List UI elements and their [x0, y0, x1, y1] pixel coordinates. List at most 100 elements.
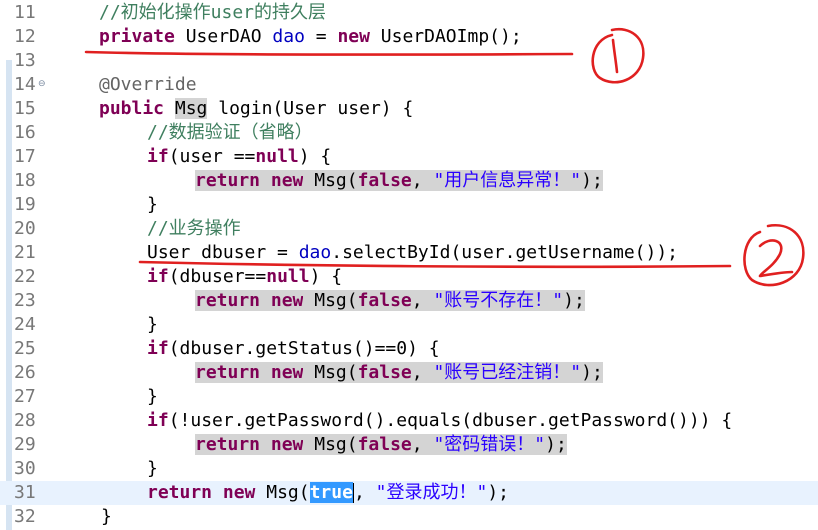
code-line[interactable]: 30}	[0, 457, 818, 481]
code-text: User dbuser = dao.selectById(user.getUse…	[147, 241, 678, 265]
code-token	[260, 362, 271, 383]
code-text: return new Msg(false, "账号已经注销！");	[195, 361, 603, 385]
code-token: );	[487, 482, 509, 503]
code-line[interactable]: 32}	[0, 505, 818, 529]
code-line[interactable]: 18 return new Msg(false, "用户信息异常！");	[0, 169, 818, 193]
code-line[interactable]: 12 private UserDAO dao = new UserDAOImp()…	[0, 25, 818, 49]
code-token: UserDAOImp();	[369, 26, 522, 47]
code-editor[interactable]: 11 //初始化操作user的持久层 12 private UserDAO dao =…	[0, 0, 818, 530]
code-token: null	[266, 266, 310, 287]
code-line[interactable]: 24}	[0, 313, 818, 337]
code-token: (user ==	[168, 146, 256, 167]
line-number: 12	[14, 26, 36, 47]
code-text: //初始化操作user的持久层	[99, 1, 326, 25]
code-token: @Override	[99, 74, 197, 95]
code-token: ,	[411, 170, 434, 191]
line-number: 21	[14, 242, 36, 263]
code-token: new	[270, 362, 304, 383]
code-token: Msg(	[303, 170, 358, 191]
line-number: 24	[14, 314, 36, 335]
code-line[interactable]: 19}	[0, 193, 818, 217]
code-text: }	[147, 313, 158, 337]
code-text: }	[101, 505, 112, 529]
code-line[interactable]: 13	[0, 49, 818, 73]
line-number: 16	[14, 122, 36, 143]
code-text: //业务操作	[147, 217, 241, 241]
code-token: null	[255, 146, 299, 167]
code-line[interactable]: 23 return new Msg(false, "账号不存在！");	[0, 289, 818, 313]
line-number: 31	[14, 482, 36, 503]
code-token: =	[304, 26, 338, 47]
code-text: return new Msg(true, "登录成功！");	[147, 481, 509, 505]
code-token: (dbuser.getStatus()==0) {	[168, 338, 440, 359]
code-token: //业务操作	[147, 218, 241, 239]
code-token: ,	[411, 290, 434, 311]
code-token: new	[270, 290, 304, 311]
code-token: Msg	[174, 98, 208, 119]
line-number: 17	[14, 146, 36, 167]
code-token: new	[270, 170, 304, 191]
code-token: ,	[411, 434, 434, 455]
code-text: return new Msg(false, "账号不存在！");	[195, 289, 585, 313]
code-text: private UserDAO dao = new UserDAOImp();	[99, 25, 522, 49]
code-line[interactable]: 21 User dbuser = dao.selectById(user.getU…	[0, 241, 818, 265]
code-token: Msg(	[303, 290, 358, 311]
code-token: ) {	[298, 146, 332, 167]
code-token: dao	[298, 242, 332, 263]
code-token: new	[337, 26, 370, 47]
code-token: "账号已经注销！"	[433, 362, 582, 383]
code-text: if(dbuser.getStatus()==0) {	[147, 337, 440, 361]
code-line[interactable]: 22 if(dbuser==null) {	[0, 265, 818, 289]
line-number: 27	[14, 386, 36, 407]
code-token: }	[101, 506, 112, 527]
code-text: public Msg login(User user) {	[99, 97, 413, 121]
line-number: 22	[14, 266, 36, 287]
code-token: "账号不存在！"	[433, 290, 564, 311]
code-token	[260, 170, 271, 191]
code-line[interactable]: 11 //初始化操作user的持久层	[0, 1, 818, 25]
code-text: }	[147, 193, 158, 217]
code-line[interactable]: 29 return new Msg(false, "密码错误！");	[0, 433, 818, 457]
code-text: }	[147, 385, 158, 409]
code-token: .selectById(user.getUsername());	[331, 242, 679, 263]
code-line[interactable]: 16 //数据验证（省略）	[0, 121, 818, 145]
code-token: }	[147, 458, 158, 479]
code-text: @Override	[99, 73, 197, 97]
code-line[interactable]: 25 if(dbuser.getStatus()==0) {	[0, 337, 818, 361]
code-token: );	[581, 170, 603, 191]
code-line[interactable]: 26 return new Msg(false, "账号已经注销！");	[0, 361, 818, 385]
line-number: 14	[14, 74, 36, 95]
code-token: return	[195, 362, 261, 383]
code-line[interactable]: 28 if(!user.getPassword().equals(dbuser.g…	[0, 409, 818, 433]
code-text: if(dbuser==null) {	[147, 265, 342, 289]
line-number: 25	[14, 338, 36, 359]
code-token: ) {	[309, 266, 343, 287]
code-token: private	[99, 26, 175, 47]
code-token: }	[147, 194, 158, 215]
code-line[interactable]: 27}	[0, 385, 818, 409]
line-number: 23	[14, 290, 36, 311]
code-line[interactable]: 14 ⊖ @Override	[0, 73, 818, 97]
line-number: 19	[14, 194, 36, 215]
code-text: if(user ==null) {	[147, 145, 331, 169]
code-line[interactable]: 17 if(user ==null) {	[0, 145, 818, 169]
code-token: login(User user) {	[207, 98, 414, 119]
code-token: true	[309, 482, 353, 503]
fold-toggle-icon[interactable]: ⊖	[38, 79, 48, 89]
code-token: //数据验证（省略）	[147, 122, 313, 143]
code-line[interactable]: 15 public Msg login(User user) {	[0, 97, 818, 121]
code-token: public	[99, 98, 165, 119]
code-line[interactable]: 20 //业务操作	[0, 217, 818, 241]
code-token: "用户信息异常！"	[433, 170, 582, 191]
line-number: 13	[14, 50, 36, 71]
code-token: new	[270, 434, 304, 455]
code-line[interactable]: 31 return new Msg(true, "登录成功！");	[0, 481, 818, 505]
code-token: if	[147, 410, 169, 431]
code-token: false	[357, 362, 412, 383]
code-token: }	[147, 386, 158, 407]
code-token: new	[222, 482, 256, 503]
code-token: false	[357, 434, 412, 455]
code-token: return	[147, 482, 213, 503]
